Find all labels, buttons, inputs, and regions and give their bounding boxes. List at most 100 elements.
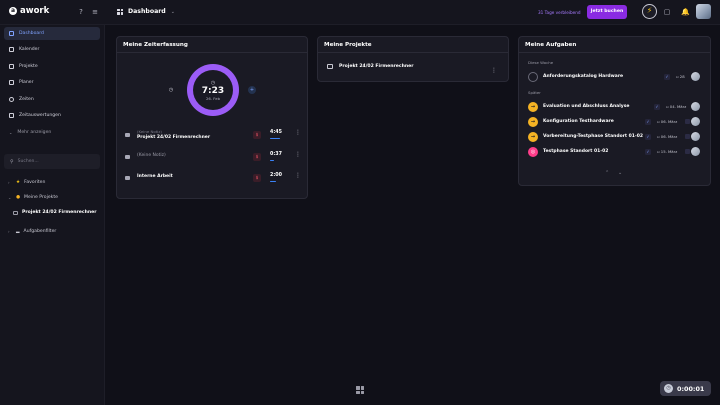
tag-icon[interactable]: $	[253, 153, 261, 161]
sidebar-item-time-reports[interactable]: Zeitauswertungen	[4, 109, 100, 122]
stopwatch-icon: ◷	[664, 384, 673, 393]
check-icon[interactable]: ✓	[654, 104, 660, 110]
tree-favorites[interactable]: › ★ Favoriten	[8, 180, 45, 185]
time-entry[interactable]: (Keine Notiz) Projekt 24/02 Firmenrechne…	[125, 126, 305, 146]
sidebar-item-times[interactable]: Zeiten	[4, 93, 100, 106]
due-date: ▫ 06. März	[657, 119, 678, 124]
assignee-avatar[interactable]	[691, 72, 700, 81]
arrow-right-icon[interactable]: →	[528, 102, 538, 112]
entry-name: (Keine Notiz)	[137, 153, 166, 158]
tree-label: Favoriten	[24, 180, 46, 185]
notification-bell-icon[interactable]: 🔔	[681, 8, 690, 16]
search-placeholder: Suchen...	[17, 159, 39, 164]
task-row[interactable]: Anforderungskatalog Hardware ✓ ▫ 28	[528, 71, 706, 83]
widget-grid-icon[interactable]	[356, 386, 364, 394]
quick-action-bolt-icon[interactable]: ⚡	[642, 4, 657, 19]
menu-collapse-icon[interactable]: ≡	[91, 8, 99, 16]
task-name: Konfiguration Testhardware	[543, 119, 614, 124]
task-row[interactable]: → Vorbereitung-Testphase Standort 01-02 …	[528, 131, 706, 143]
tree-label: Meine Projekte	[24, 195, 58, 200]
tree-project-item[interactable]: Projekt 24/02 Firmenrechner	[13, 210, 97, 215]
user-avatar[interactable]	[696, 4, 711, 19]
check-icon[interactable]: ✓	[664, 74, 670, 80]
more-options-icon[interactable]: ⋮	[491, 67, 497, 74]
grid-icon	[9, 31, 14, 36]
sidebar-item-calendar[interactable]: Kalender	[4, 43, 100, 56]
assignee-avatar[interactable]	[691, 102, 700, 111]
sidebar: Dashboard Kalender Projekte Planer Zeite…	[0, 25, 105, 405]
section-label: Diese Woche	[528, 60, 554, 65]
test-status-icon[interactable]: ◎	[528, 147, 538, 157]
folder-icon	[125, 176, 130, 180]
sidebar-search-input[interactable]: ⚲ Suchen...	[4, 154, 100, 169]
chevron-up-icon[interactable]: ⌃	[605, 170, 609, 176]
arrow-right-icon[interactable]: →	[528, 117, 538, 127]
chat-icon[interactable]: ▢	[663, 8, 671, 16]
help-icon[interactable]: ?	[77, 8, 85, 16]
check-icon[interactable]: ✓	[645, 119, 651, 125]
tag-icon[interactable]: $	[253, 174, 261, 182]
more-options-icon[interactable]: ⋮	[295, 152, 301, 158]
sidebar-show-more[interactable]: ⌄ Mehr anzeigen	[4, 126, 100, 139]
clock-icon	[9, 97, 14, 102]
dashboard-icon	[117, 8, 123, 15]
search-icon: ⚲	[10, 158, 14, 165]
total-time: 7:23	[201, 85, 225, 96]
app-logo[interactable]: a awork	[9, 6, 49, 16]
stopwatch-icon[interactable]: ◷	[167, 86, 175, 94]
chevron-down-icon[interactable]: ⌄	[618, 170, 622, 176]
time-entry[interactable]: (Keine Notiz) $ 0:37 ⋮	[125, 148, 305, 168]
check-icon[interactable]: ✓	[645, 149, 651, 155]
trial-remaining-link[interactable]: 31 Tage verbleibend	[538, 10, 581, 15]
project-list-item[interactable]: Projekt 24/02 Firmenrechner	[327, 64, 414, 69]
entry-name: Projekt 24/02 Firmenrechner	[137, 135, 211, 140]
folder-icon	[9, 64, 14, 69]
sidebar-item-projects[interactable]: Projekte	[4, 60, 100, 73]
folder-icon	[327, 64, 333, 69]
page-title: Dashboard	[128, 8, 166, 15]
filter-icon: ▂	[16, 229, 20, 234]
more-options-icon[interactable]: ⋮	[295, 173, 301, 179]
planner-icon	[9, 80, 14, 85]
more-options-icon[interactable]: ⋮	[295, 130, 301, 136]
due-date-text: 06. März	[660, 134, 678, 139]
breadcrumb[interactable]: Dashboard ⌄	[117, 8, 175, 15]
assignee-avatar[interactable]	[691, 117, 700, 126]
duration-bar	[270, 181, 276, 183]
time-date: 26. Feb	[206, 95, 220, 101]
entry-note: (Keine Notiz)	[137, 129, 162, 134]
task-row[interactable]: → Evaluation und Abschluss Analyse ✓ ▫ 0…	[528, 101, 706, 113]
time-entry[interactable]: Interne Arbeit $ 2:00 ⋮	[125, 169, 305, 189]
buy-now-button[interactable]: Jetzt buchen	[587, 5, 627, 19]
running-timer[interactable]: ◷ 0:00:01	[660, 381, 711, 396]
emoji-icon: ●	[16, 195, 21, 200]
task-row[interactable]: ◎ Testphase Standort 01-02 ✓ ▫ 15. März	[528, 146, 706, 158]
due-date-text: 04. März	[669, 104, 687, 109]
entry-duration: 0:37	[270, 152, 282, 157]
add-time-button[interactable]: +	[248, 86, 256, 94]
tree-my-projects[interactable]: ⌄ ● Meine Projekte	[8, 195, 58, 200]
tag-icon[interactable]: $	[253, 131, 261, 139]
tree-task-filter[interactable]: › ▂ Aufgabenfilter	[8, 229, 56, 234]
tree-label: Aufgabenfilter	[23, 229, 57, 234]
star-icon: ★	[16, 180, 21, 185]
sidebar-item-label: Kalender	[19, 47, 40, 52]
duration-bar	[270, 138, 280, 140]
sidebar-item-label: Zeitauswertungen	[19, 113, 61, 118]
check-icon[interactable]: ✓	[645, 134, 651, 140]
due-date: ▫ 15. März	[657, 149, 678, 154]
chevron-down-icon: ⌄	[9, 130, 13, 135]
task-row[interactable]: → Konfiguration Testhardware ✓ ▫ 06. Mär…	[528, 116, 706, 128]
assignee-avatar[interactable]	[691, 147, 700, 156]
chevron-down-icon: ⌄	[8, 195, 12, 200]
due-date-text: 28	[679, 74, 685, 79]
card-title: Meine Projekte	[324, 42, 372, 48]
task-name: Testphase Standort 01-02	[543, 149, 609, 154]
sidebar-item-dashboard[interactable]: Dashboard	[4, 27, 100, 40]
sidebar-item-planner[interactable]: Planer	[4, 76, 100, 89]
sidebar-item-label: Dashboard	[19, 31, 44, 36]
divider	[519, 52, 710, 53]
arrow-right-icon[interactable]: →	[528, 132, 538, 142]
assignee-avatar[interactable]	[691, 132, 700, 141]
task-status-icon[interactable]	[528, 72, 538, 82]
